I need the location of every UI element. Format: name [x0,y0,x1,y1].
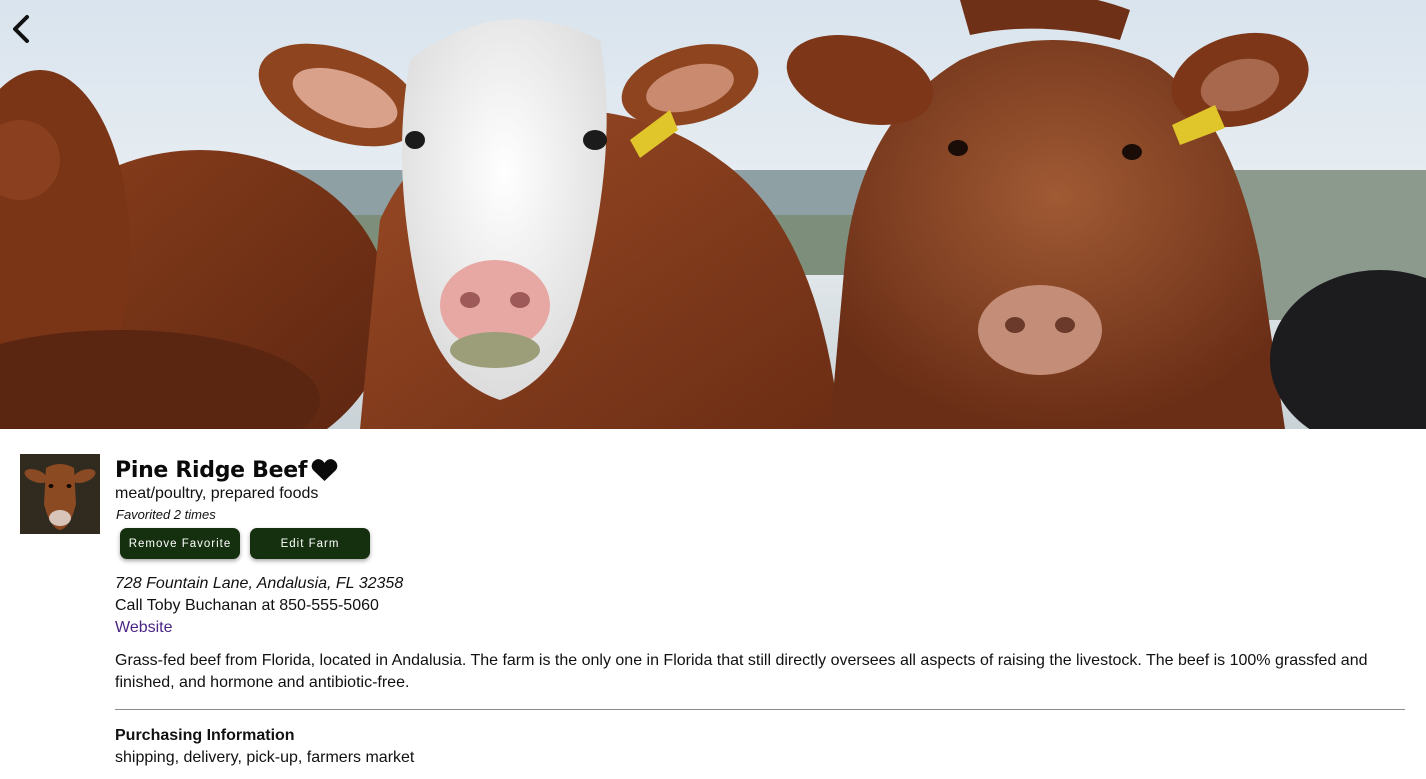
farm-name: Pine Ridge Beef [115,457,308,483]
back-button[interactable] [6,10,36,48]
chevron-left-icon [13,15,29,43]
farm-title-row: Pine Ridge Beef [115,455,338,485]
website-link[interactable]: Website [115,619,173,637]
favorited-count: Favorited 2 times [116,507,216,522]
purchasing-methods: shipping, delivery, pick-up, farmers mar… [115,749,415,766]
farm-address: 728 Fountain Lane, Andalusia, FL 32358 [115,575,404,592]
farm-thumbnail-image [20,454,100,534]
farm-contact: Call Toby Buchanan at 850-555-5060 [115,597,379,614]
hero-banner-image [0,0,1426,429]
farm-categories: meat/poultry, prepared foods [115,485,319,502]
remove-favorite-button[interactable]: Remove Favorite [120,528,240,559]
heart-icon[interactable] [311,458,338,482]
farm-description: Grass-fed beef from Florida, located in … [115,652,1368,691]
edit-farm-button[interactable]: Edit Farm [250,528,370,559]
purchasing-heading: Purchasing Information [115,727,295,744]
section-divider [115,709,1405,710]
farm-detail-page: Pine Ridge Beef meat/poultry, prepared f… [0,0,1426,779]
